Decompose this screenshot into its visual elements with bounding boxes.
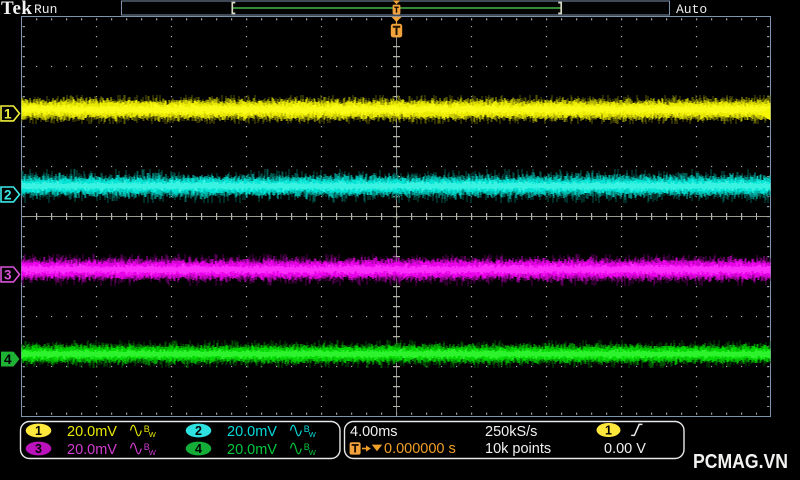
svg-text:3: 3: [35, 442, 42, 456]
svg-text:Auto: Auto: [676, 2, 707, 17]
svg-text:1: 1: [35, 424, 42, 438]
svg-text:0.00 V: 0.00 V: [604, 441, 646, 457]
svg-text:W: W: [149, 430, 157, 439]
svg-text:3: 3: [4, 267, 12, 282]
svg-text:4.00ms: 4.00ms: [350, 424, 398, 440]
svg-text:20.0mV: 20.0mV: [227, 424, 277, 440]
svg-text:PCMAG.VN: PCMAG.VN: [693, 451, 788, 473]
svg-text:2: 2: [195, 424, 202, 438]
svg-text:1: 1: [4, 107, 12, 122]
svg-text:20.0mV: 20.0mV: [227, 442, 277, 458]
svg-text:10k points: 10k points: [485, 441, 551, 457]
svg-text:0.000000 s: 0.000000 s: [384, 441, 456, 457]
svg-text:W: W: [309, 448, 317, 457]
svg-text:20.0mV: 20.0mV: [67, 442, 117, 458]
svg-text:W: W: [309, 430, 317, 439]
svg-text:250kS/s: 250kS/s: [485, 424, 537, 440]
svg-text:Run: Run: [34, 2, 57, 17]
svg-text:4: 4: [4, 352, 12, 367]
svg-text:2: 2: [4, 187, 12, 202]
svg-text:4: 4: [195, 442, 202, 456]
svg-text:W: W: [149, 448, 157, 457]
svg-text:1: 1: [605, 424, 612, 438]
svg-text:20.0mV: 20.0mV: [67, 424, 117, 440]
